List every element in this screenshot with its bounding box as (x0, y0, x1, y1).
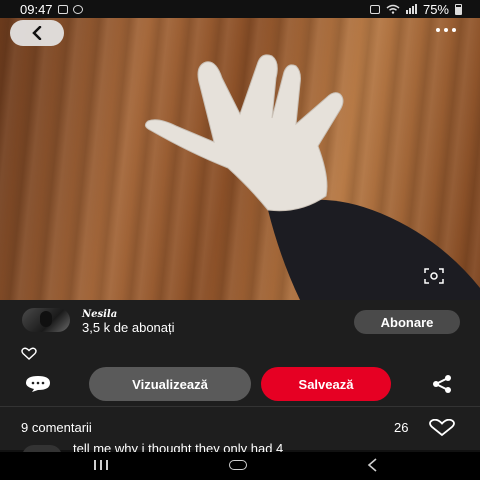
view-button[interactable]: Vizualizează (89, 367, 251, 401)
battery-percent: 75% (422, 1, 449, 17)
comment-icon[interactable] (24, 375, 52, 393)
follower-count: 3,5 k de abonați (82, 320, 175, 335)
recent-apps-icon[interactable] (94, 460, 108, 470)
likes-count: 26 (394, 420, 409, 435)
wifi-icon (386, 4, 400, 14)
battery-icon (455, 3, 462, 15)
like-heart-icon[interactable] (428, 419, 456, 437)
back-nav-icon[interactable] (366, 458, 378, 472)
camera-icon (369, 4, 380, 14)
pin-image[interactable] (0, 18, 480, 300)
back-icon (32, 26, 42, 40)
comments-count[interactable]: 9 comentarii (21, 420, 92, 435)
avatar[interactable] (22, 308, 70, 332)
visual-search-icon[interactable] (424, 268, 444, 284)
status-time: 09:47 (20, 1, 53, 17)
signal-icon (405, 4, 417, 14)
status-bar: 09:47 75% (0, 0, 480, 18)
back-button[interactable] (10, 20, 64, 46)
follow-button[interactable]: Abonare (354, 310, 460, 334)
hand-photo (144, 54, 480, 300)
save-button[interactable]: Salvează (261, 367, 391, 401)
whatsapp-icon (72, 4, 83, 14)
home-icon[interactable] (229, 460, 247, 470)
image-icon (57, 4, 68, 14)
reaction-row (0, 344, 480, 366)
comments-section: 9 comentarii 26 tell me why i thought th… (0, 406, 480, 457)
system-nav-bar (0, 452, 480, 480)
action-row: Vizualizează Salvează (0, 366, 480, 406)
more-icon[interactable] (436, 28, 456, 32)
heart-icon[interactable] (21, 347, 37, 361)
share-icon[interactable] (431, 374, 453, 394)
creator-row: Nesila 3,5 k de abonați Abonare (0, 300, 480, 344)
creator-name[interactable]: Nesila (82, 309, 117, 320)
